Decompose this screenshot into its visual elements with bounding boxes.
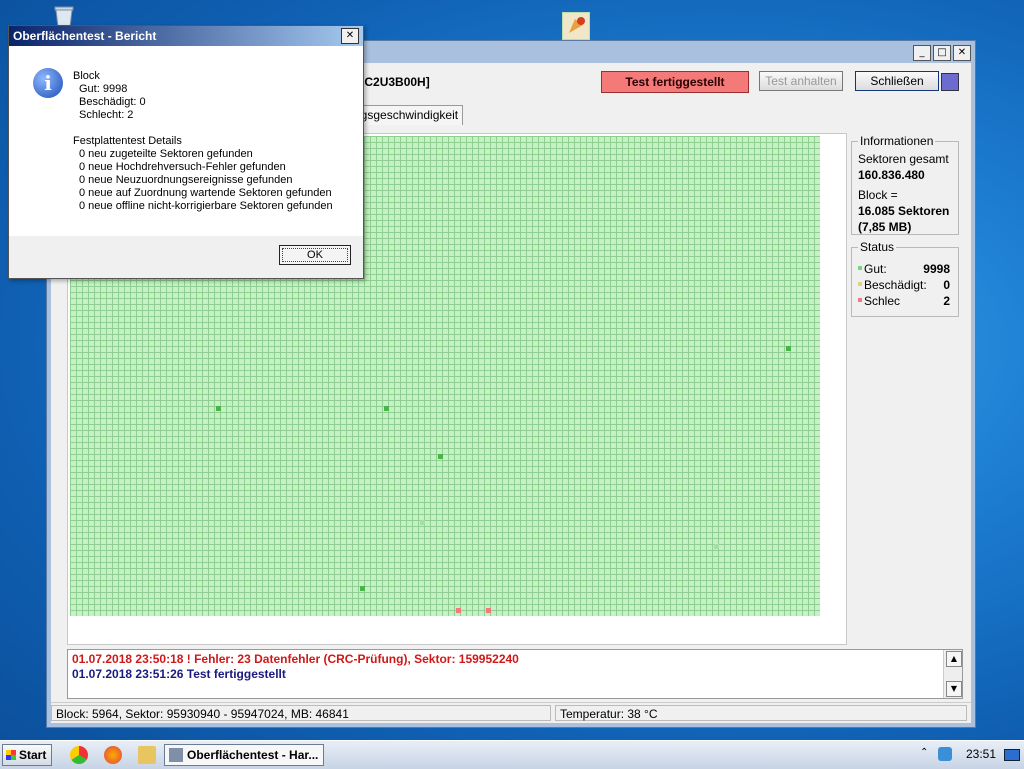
details-heading: Festplattentest Details: [73, 135, 182, 147]
bad-sector-cell: [486, 608, 491, 613]
maximize-icon[interactable]: □: [933, 45, 951, 61]
bad-value: 2: [943, 294, 950, 308]
folder-icon[interactable]: [138, 746, 156, 764]
status-row-damaged: Beschädigt: 0: [858, 278, 952, 294]
sector-cell: [216, 406, 221, 411]
clock[interactable]: 23:51: [966, 747, 996, 761]
log-line-finished: 01.07.2018 23:51:26 Test fertiggestellt: [72, 667, 286, 681]
status-banner: Test fertiggestellt: [601, 71, 749, 93]
detail-line: 0 neue Hochdrehversuch-Fehler gefunden: [79, 161, 286, 173]
tab-speed[interactable]: ngsgeschwindigkeit: [349, 105, 464, 125]
app-icon: [169, 748, 183, 762]
taskbar: Start Oberflächentest - Har... ⌃ 23:51: [0, 740, 1024, 769]
log-line-error: 01.07.2018 23:50:18 ! Fehler: 23 Datenfe…: [72, 652, 519, 666]
sectors-value: 160.836.480: [858, 168, 925, 182]
status-row-bad: Schlec 2: [858, 294, 952, 310]
bad-sector-cell: [456, 608, 461, 613]
dialog-body: i Block Gut: 9998 Beschädigt: 0 Schlecht…: [9, 46, 363, 236]
close-window-icon[interactable]: ✕: [953, 45, 971, 61]
info-group: Informationen Sektoren gesamt 160.836.48…: [851, 134, 959, 235]
firefox-icon[interactable]: [104, 746, 122, 764]
status-caption: Status: [858, 240, 897, 254]
block-value: 16.085 Sektoren: [858, 204, 950, 218]
status-bar: Block: 5964, Sektor: 95930940 - 95947024…: [51, 702, 971, 723]
sectors-label: Sektoren gesamt: [858, 152, 949, 166]
show-desktop-icon[interactable]: [1004, 749, 1020, 761]
start-button[interactable]: Start: [2, 744, 52, 766]
minimize-icon[interactable]: _: [913, 45, 931, 61]
dialog-title[interactable]: Oberflächentest - Bericht: [9, 26, 363, 46]
sector-cell: [420, 520, 425, 525]
good-count: Gut: 9998: [79, 83, 128, 95]
bad-swatch: [858, 298, 862, 302]
network-icon[interactable]: [938, 747, 952, 761]
damaged-swatch: [858, 282, 862, 286]
status-group: Status Gut: 9998 Beschädigt: 0 Schlec 2: [851, 240, 959, 317]
chrome-icon[interactable]: [70, 746, 88, 764]
good-label: Gut:: [864, 262, 887, 276]
log-scrollbar[interactable]: ▲ ▼: [943, 650, 962, 698]
close-button[interactable]: Schließen: [855, 71, 939, 91]
sector-cell: [438, 454, 443, 459]
damaged-value: 0: [943, 278, 950, 292]
start-label: Start: [19, 748, 47, 762]
sector-cell: [714, 544, 719, 549]
statusbar-temperature: Temperatur: 38 °C: [555, 705, 967, 721]
info-caption: Informationen: [858, 134, 936, 148]
damaged-count: Beschädigt: 0: [79, 96, 146, 108]
detail-line: 0 neue offline nicht-korrigierbare Sekto…: [79, 200, 333, 212]
info-icon: i: [33, 68, 63, 98]
windows-logo-icon: [6, 750, 16, 760]
taskbar-item-surface-test[interactable]: Oberflächentest - Har...: [164, 744, 324, 766]
statusbar-block-info: Block: 5964, Sektor: 95930940 - 95947024…: [51, 705, 551, 721]
pause-test-button[interactable]: Test anhalten: [759, 71, 843, 91]
detail-line: 0 neu zugeteilte Sektoren gefunden: [79, 148, 253, 160]
sector-cell: [786, 346, 791, 351]
bad-count: Schlecht: 2: [79, 109, 134, 121]
block-size: (7,85 MB): [858, 220, 912, 234]
scroll-down-icon[interactable]: ▼: [946, 681, 962, 697]
log-box[interactable]: 01.07.2018 23:50:18 ! Fehler: 23 Datenfe…: [67, 649, 963, 699]
program-shortcut-icon[interactable]: [562, 12, 590, 40]
detail-line: 0 neue auf Zuordnung wartende Sektoren g…: [79, 187, 332, 199]
block-heading: Block: [73, 70, 100, 82]
bad-label: Schlec: [864, 294, 901, 308]
detail-line: 0 neue Neuzuordnungsereignisse gefunden: [79, 174, 293, 186]
good-value: 9998: [923, 262, 950, 276]
status-row-good: Gut: 9998: [858, 262, 952, 278]
damaged-label: Beschädigt:: [864, 278, 927, 292]
taskbar-item-label: Oberflächentest - Har...: [187, 748, 319, 762]
show-hidden-icons-icon[interactable]: ⌃: [920, 747, 928, 758]
system-tray: ⌃ 23:51: [914, 743, 1024, 767]
block-label: Block =: [858, 188, 898, 202]
good-swatch: [858, 266, 862, 270]
scroll-up-icon[interactable]: ▲: [946, 651, 962, 667]
save-icon[interactable]: [941, 73, 959, 91]
report-dialog: Oberflächentest - Bericht ✕ i Block Gut:…: [8, 25, 364, 279]
sector-cell: [360, 586, 365, 591]
ok-button[interactable]: OK: [279, 245, 351, 265]
dialog-close-icon[interactable]: ✕: [341, 28, 359, 44]
sector-cell: [384, 406, 389, 411]
